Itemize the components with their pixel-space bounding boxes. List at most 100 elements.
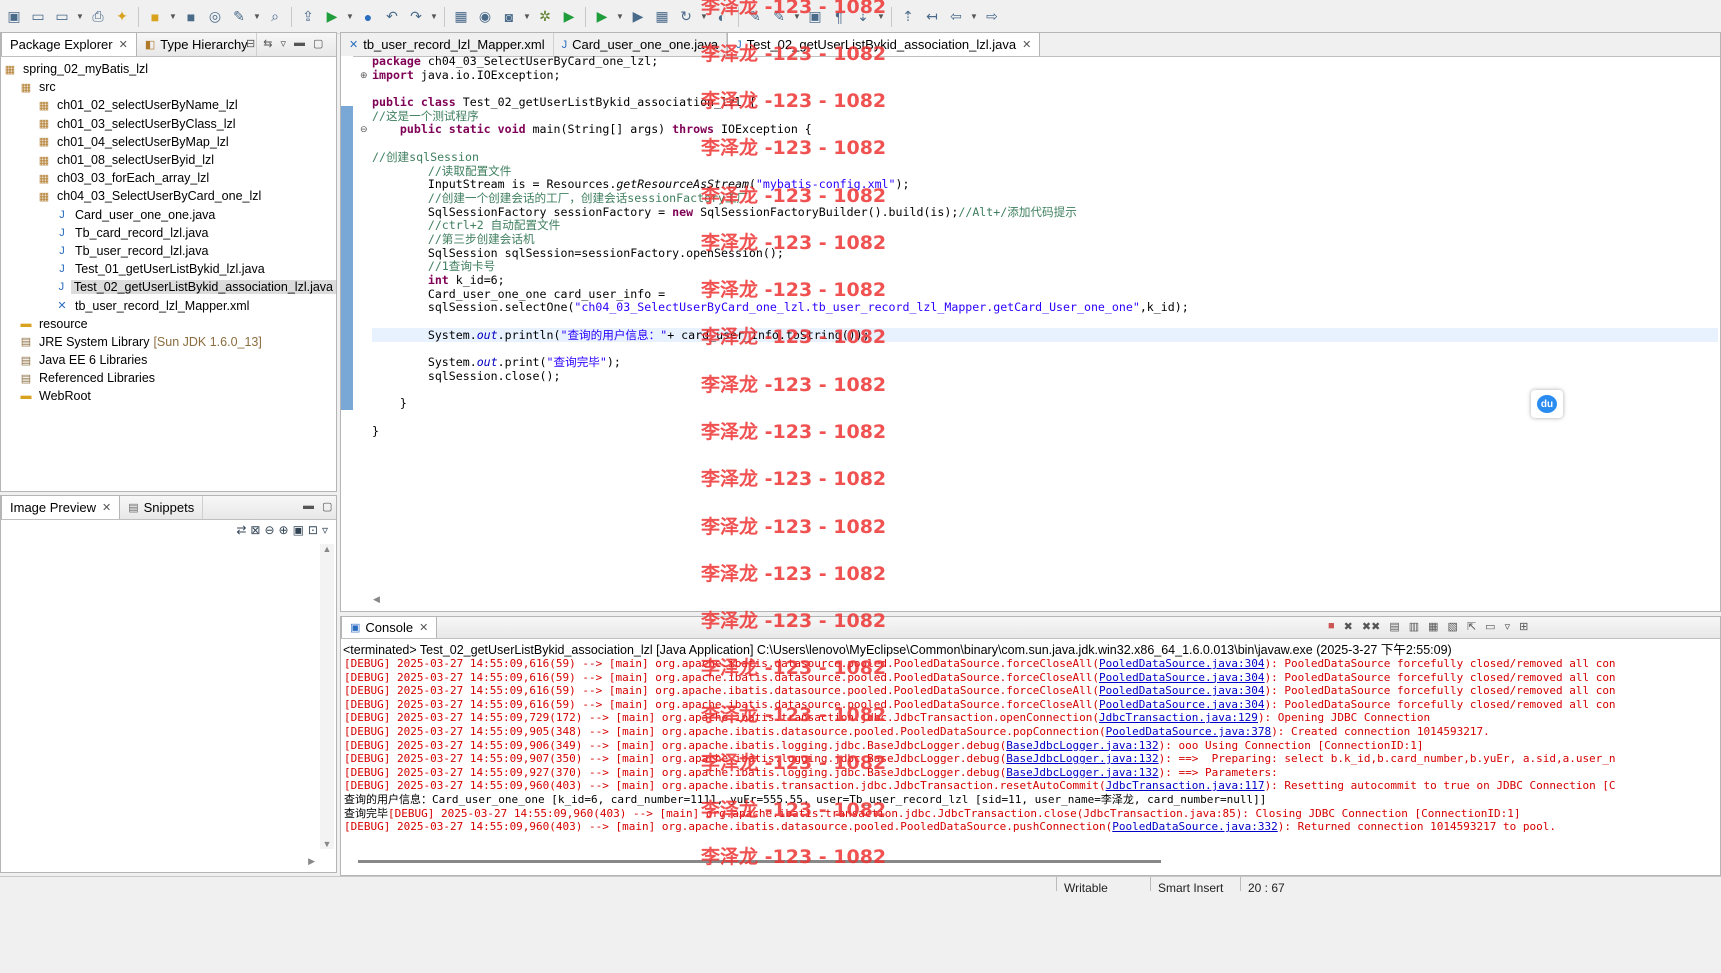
tab-image-preview[interactable]: Image Preview ✕ (1, 495, 121, 519)
globe-icon[interactable]: ● (356, 6, 380, 28)
scroll-up-icon[interactable]: ▲ (320, 544, 334, 554)
tab-type-hierarchy[interactable]: ◧ Type Hierarchy (137, 33, 257, 56)
chevron-down-icon[interactable]: ▼ (521, 6, 533, 28)
fold-icon[interactable]: ⊕ (360, 70, 368, 81)
scroll-down-icon[interactable]: ▼ (320, 839, 334, 849)
console-link[interactable]: PooledDataSource.java:304 (1099, 657, 1265, 670)
baidu-widget[interactable]: du (1531, 390, 1563, 418)
tree-item[interactable]: J Test_02_getUserListBykid_association_lz… (1, 278, 336, 296)
editor-hscroll[interactable]: ◀ (343, 594, 1713, 608)
scroll-lock-icon[interactable]: ▥ (1409, 620, 1419, 633)
new-console-icon[interactable]: ⊞ (1519, 620, 1528, 633)
tree-item[interactable]: ▤ Java EE 6 Libraries (1, 351, 336, 369)
fit-icon[interactable]: ⊠ (250, 523, 260, 539)
show-stdout-icon[interactable]: ▦ (1428, 620, 1438, 633)
actual-size-icon[interactable]: ▣ (293, 523, 304, 539)
server-stop-icon[interactable]: ◉ (473, 6, 497, 28)
fit-window-icon[interactable]: ⊡ (308, 523, 318, 539)
remove-launch-icon[interactable]: ✖ (1344, 620, 1353, 633)
view-menu-icon[interactable]: ▿ (280, 37, 286, 50)
tree-item[interactable]: ▦ ch01_08_selectUserByid_lzl (1, 151, 336, 169)
show-stderr-icon[interactable]: ▧ (1448, 620, 1458, 633)
chevron-down-icon[interactable]: ▼ (614, 6, 626, 28)
tree-item[interactable]: ▬ WebRoot (1, 387, 336, 405)
console-link[interactable]: PooledDataSource.java:378 (1106, 725, 1272, 738)
save-all-icon[interactable]: ▭ (50, 6, 74, 28)
tree-item[interactable]: ▦ src (1, 78, 336, 96)
tab-package-explorer[interactable]: Package Explorer ✕ (1, 32, 137, 56)
next-edit-icon[interactable]: ↷ (404, 6, 428, 28)
display-console-icon[interactable]: ▭ (1485, 620, 1495, 633)
terminate-icon[interactable]: ■ (1328, 620, 1335, 633)
open-task-icon[interactable]: ■ (179, 6, 203, 28)
console-link[interactable]: JdbcTransaction.java:117 (1106, 779, 1265, 792)
console-output[interactable]: [DEBUG] 2025-03-27 14:55:09,616(59) --> … (344, 657, 1616, 834)
tree-item[interactable]: ▤ Referenced Libraries (1, 369, 336, 387)
new-wizard-icon[interactable]: ✦ (110, 6, 134, 28)
console-link[interactable]: PooledDataSource.java:332 (1112, 820, 1278, 833)
tree-item[interactable]: ▦ ch01_02_selectUserByName_lzl (1, 96, 336, 114)
open-folder-icon[interactable]: ▦ (449, 6, 473, 28)
print-icon[interactable]: ⎙ (86, 6, 110, 28)
code-editor[interactable]: package ch04_03_SelectUserByCard_one_lzl… (372, 54, 1712, 438)
refresh-icon[interactable]: ↻ (674, 6, 698, 28)
run-coverage-icon[interactable]: ▶ (590, 6, 614, 28)
pin-icon[interactable]: ⇱ (1467, 620, 1476, 633)
console-link[interactable]: PooledDataSource.java:304 (1099, 684, 1265, 697)
chevron-down-icon[interactable]: ▼ (344, 6, 356, 28)
debug-icon[interactable]: ✲ (533, 6, 557, 28)
image-preview-hscroll[interactable]: ▶ (1, 856, 319, 870)
tree-item[interactable]: J Card_user_one_one.java (1, 206, 336, 224)
run-external-icon[interactable]: ▶ (626, 6, 650, 28)
last-edit-icon[interactable]: ↤ (920, 6, 944, 28)
scroll-right-icon[interactable]: ▶ (308, 856, 315, 867)
chevron-down-icon[interactable]: ▼ (167, 6, 179, 28)
camera-icon[interactable]: ◙ (497, 6, 521, 28)
chevron-down-icon[interactable]: ▼ (251, 6, 263, 28)
open-type-icon[interactable]: ■ (143, 6, 167, 28)
run-icon[interactable]: ▶ (557, 6, 581, 28)
zoom-out-icon[interactable]: ⊖ (264, 523, 274, 539)
tab-snippets[interactable]: ▤ Snippets (120, 496, 204, 519)
tree-item[interactable]: ▬ resource (1, 315, 336, 333)
chevron-down-icon[interactable]: ▼ (968, 6, 980, 28)
close-icon[interactable]: ✕ (419, 621, 428, 634)
tree-item[interactable]: J Test_01_getUserListBykid_lzl.java (1, 260, 336, 278)
link-editor-icon[interactable]: ⇆ (263, 37, 272, 50)
forward-icon[interactable]: ⇨ (980, 6, 1004, 28)
new-package-icon[interactable]: ▦ (650, 6, 674, 28)
chevron-down-icon[interactable]: ▼ (428, 6, 440, 28)
clear-console-icon[interactable]: ▤ (1389, 620, 1399, 633)
image-preview-vscroll[interactable]: ▲ ▼ (320, 544, 334, 849)
close-icon[interactable]: ✕ (119, 38, 128, 51)
zoom-in-icon[interactable]: ⊕ (279, 523, 289, 539)
tree-item[interactable]: J Tb_user_record_lzl.java (1, 242, 336, 260)
tree-item[interactable]: ▤ JRE System Library [Sun JDK 1.6.0_13] (1, 333, 336, 351)
minimize-icon[interactable]: ▬ (294, 37, 305, 50)
link-icon[interactable]: ⇄ (236, 523, 246, 539)
deploy-icon[interactable]: ⇪ (296, 6, 320, 28)
back-icon[interactable]: ⇦ (944, 6, 968, 28)
view-menu-icon[interactable]: ▿ (1505, 620, 1511, 633)
remove-all-icon[interactable]: ✖✖ (1362, 620, 1380, 633)
tab-mapper-xml[interactable]: ✕ tb_user_record_lzl_Mapper.xml (341, 33, 554, 56)
maximize-icon[interactable]: ▢ (313, 37, 323, 50)
console-link[interactable]: PooledDataSource.java:304 (1099, 671, 1265, 684)
view-menu-icon[interactable]: ▿ (322, 523, 328, 539)
tree-item[interactable]: ▦ spring_02_myBatis_lzl (1, 60, 336, 78)
console-link[interactable]: JdbcTransaction.java:129 (1099, 711, 1258, 724)
console-link[interactable]: BaseJdbcLogger.java:132 (1006, 766, 1158, 779)
prev-annotation-icon[interactable]: ⇡ (896, 6, 920, 28)
tree-item[interactable]: ✕ tb_user_record_lzl_Mapper.xml (1, 296, 336, 314)
new-icon[interactable]: ▣ (2, 6, 26, 28)
chevron-down-icon[interactable]: ▼ (74, 6, 86, 28)
close-icon[interactable]: ✕ (1022, 38, 1031, 51)
fold-icon[interactable]: ⊖ (360, 124, 368, 135)
search-file-icon[interactable]: ⌕ (263, 6, 287, 28)
maximize-icon[interactable]: ▢ (322, 500, 332, 513)
console-link[interactable]: BaseJdbcLogger.java:132 (1006, 752, 1158, 765)
tree-item[interactable]: ▦ ch04_03_SelectUserByCard_one_lzl (1, 187, 336, 205)
tree-item[interactable]: ▦ ch01_04_selectUserByMap_lzl (1, 133, 336, 151)
run-server-icon[interactable]: ▶ (320, 6, 344, 28)
server-icon[interactable]: ◎ (203, 6, 227, 28)
